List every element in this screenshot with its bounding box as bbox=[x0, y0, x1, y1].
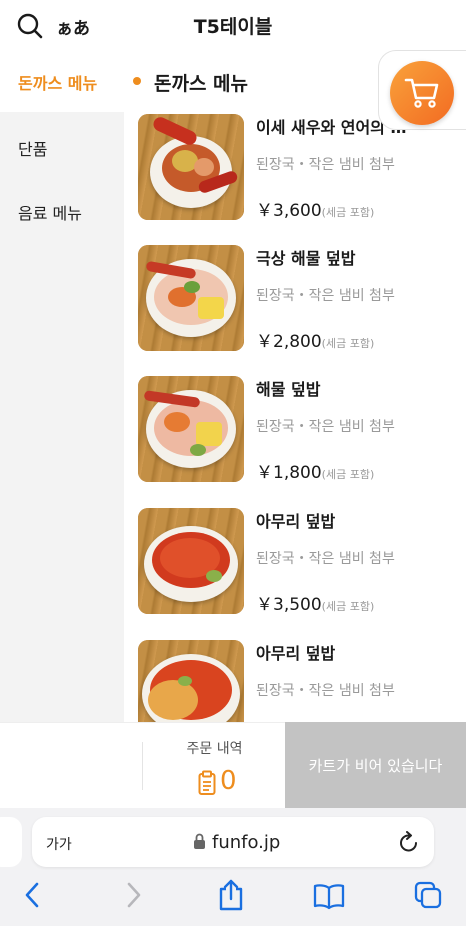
receipt-icon bbox=[198, 770, 216, 795]
section-bullet bbox=[133, 77, 141, 85]
menu-item[interactable]: 이세 새우와 연어의 … 된장국・작은 냄비 첨부 ￥3,600(세금 포함) bbox=[124, 114, 466, 234]
price-value: ￥2,800 bbox=[256, 332, 322, 352]
menu-item[interactable]: 해물 덮밥 된장국・작은 냄비 첨부 ￥1,800(세금 포함) bbox=[124, 376, 466, 496]
menu-item[interactable]: 극상 해물 덮밥 된장국・작은 냄비 첨부 ￥2,800(세금 포함) bbox=[124, 245, 466, 365]
order-history-label[interactable]: 주문 내역 bbox=[143, 738, 286, 758]
sidebar-item-single[interactable]: 단품 bbox=[18, 136, 47, 160]
section-title: 돈까스 메뉴 bbox=[154, 73, 249, 95]
item-description: 된장국・작은 냄비 첨부 bbox=[256, 551, 395, 567]
cart-button[interactable] bbox=[390, 61, 454, 125]
sidebar-item-tonkatsu-menu[interactable]: 돈까스 메뉴 bbox=[18, 70, 97, 94]
food-photo bbox=[138, 245, 244, 351]
tax-note: (세금 포함) bbox=[321, 337, 375, 350]
item-description: 된장국・작은 냄비 첨부 bbox=[256, 288, 395, 304]
item-name: 아무리 덮밥 bbox=[256, 644, 336, 663]
menu-item[interactable]: 아무리 덮밥 된장국・작은 냄비 첨부 bbox=[124, 640, 466, 722]
item-price: ￥1,800(세금 포함) bbox=[256, 458, 374, 483]
cart-icon bbox=[404, 78, 439, 108]
price-value: ￥3,500 bbox=[256, 595, 322, 615]
item-name: 해물 덮밥 bbox=[256, 380, 321, 399]
lock-icon bbox=[194, 833, 205, 849]
page-title: T5테이블 bbox=[193, 16, 273, 38]
item-price: ￥3,600(세금 포함) bbox=[256, 196, 374, 221]
item-description: 된장국・작은 냄비 첨부 bbox=[256, 419, 395, 435]
menu-list[interactable]: 이세 새우와 연어의 … 된장국・작은 냄비 첨부 ￥3,600(세금 포함) … bbox=[124, 112, 466, 722]
tax-note: (세금 포함) bbox=[321, 468, 375, 481]
forward-chevron-icon[interactable] bbox=[124, 880, 144, 910]
food-photo bbox=[138, 376, 244, 482]
url-text[interactable]: funfo.jp bbox=[212, 832, 280, 853]
tax-note: (세금 포함) bbox=[321, 206, 375, 219]
app-header: ぁあ T5테이블 bbox=[0, 0, 466, 50]
menu-item[interactable]: 아무리 덮밥 된장국・작은 냄비 첨부 ￥3,500(세금 포함) bbox=[124, 508, 466, 628]
item-name: 극상 해물 덮밥 bbox=[256, 249, 356, 268]
page-settings-button[interactable]: 가가 bbox=[46, 834, 72, 854]
reload-icon[interactable] bbox=[398, 831, 420, 855]
price-value: ￥1,800 bbox=[256, 463, 322, 483]
back-chevron-icon[interactable] bbox=[22, 880, 42, 910]
cart-status-button[interactable]: 카트가 비어 있습니다 bbox=[285, 722, 466, 808]
price-value: ￥3,600 bbox=[256, 201, 322, 221]
food-photo bbox=[138, 640, 244, 722]
tabs-icon[interactable] bbox=[414, 881, 442, 911]
order-history-count[interactable]: 0 bbox=[220, 766, 237, 796]
book-icon[interactable] bbox=[313, 882, 345, 910]
category-sidebar: 단품 음료 메뉴 bbox=[0, 112, 124, 722]
item-description: 된장국・작은 냄비 첨부 bbox=[256, 683, 395, 699]
item-price: ￥2,800(세금 포함) bbox=[256, 327, 374, 352]
item-description: 된장국・작은 냄비 첨부 bbox=[256, 157, 395, 173]
previous-tab-edge[interactable] bbox=[0, 817, 22, 867]
item-price: ￥3,500(세금 포함) bbox=[256, 590, 374, 615]
share-icon[interactable] bbox=[217, 878, 245, 912]
sidebar-item-drinks[interactable]: 음료 메뉴 bbox=[18, 200, 82, 224]
item-name: 아무리 덮밥 bbox=[256, 512, 336, 531]
food-photo bbox=[138, 508, 244, 614]
tax-note: (세금 포함) bbox=[321, 600, 375, 613]
food-photo bbox=[138, 114, 244, 220]
